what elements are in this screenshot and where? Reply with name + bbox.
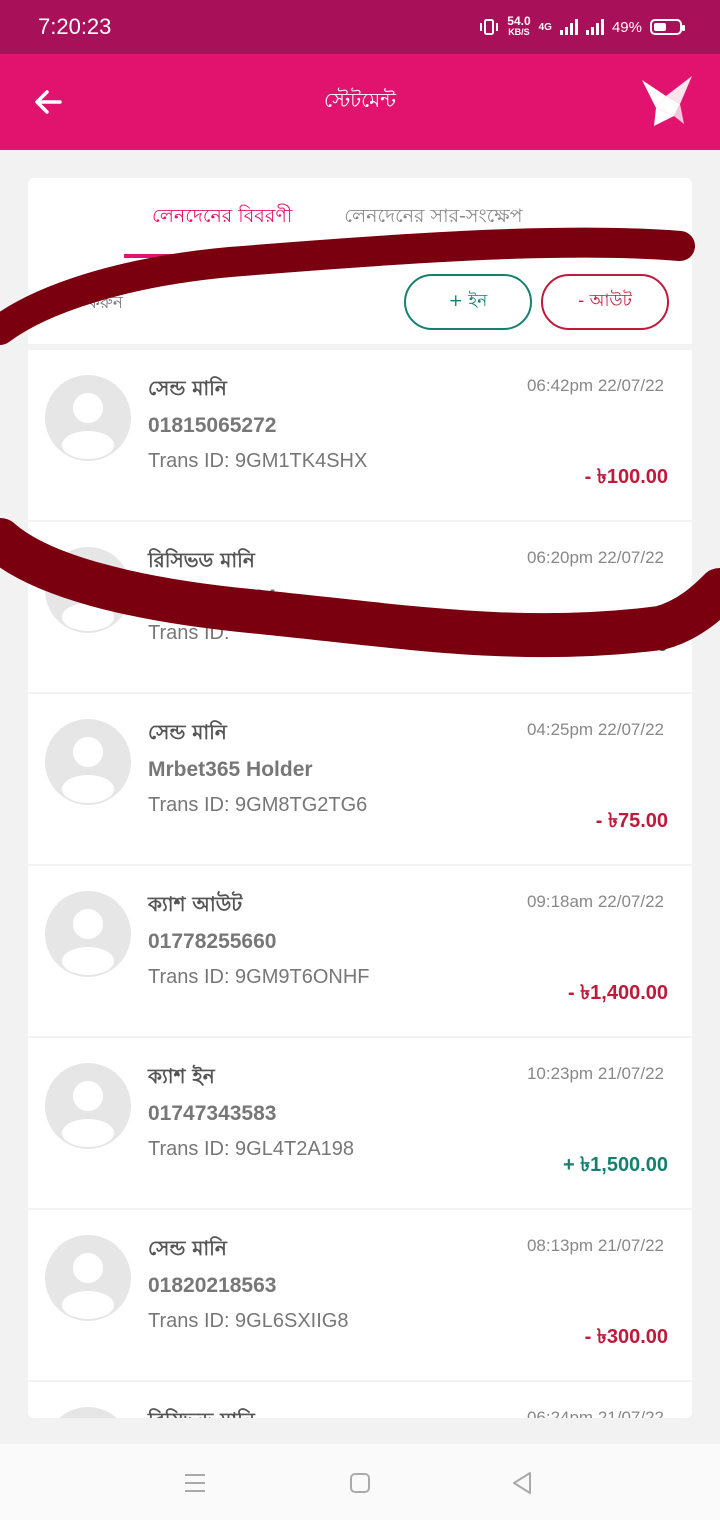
bkash-bird-logo[interactable] [640, 74, 694, 128]
transaction-time: 06:24pm 21/07/22 [526, 1408, 664, 1418]
transaction-type: ক্যাশ ইন [148, 1064, 215, 1088]
transaction-amount: - ৳100.00 [584, 466, 668, 488]
transaction-id: Trans ID: 9GM8TG2TG6 [148, 794, 368, 816]
transaction-type: ক্যাশ আউট [148, 892, 243, 916]
transaction-type: রিসিভড মানি [148, 548, 255, 572]
transaction-amount: + ৳1,500.00 [562, 1154, 668, 1176]
filter-out-button[interactable]: - আউট [541, 274, 669, 330]
transaction-time: 09:18am 22/07/22 [526, 892, 664, 911]
tab-transaction-summary[interactable]: লেনদেনের সার-সংক্ষেপ [344, 178, 522, 258]
transaction-id: Trans ID: 9GL6SXIIG8 [148, 1310, 349, 1332]
transaction-list: সেন্ড মানি 01815065272 Trans ID: 9GM1TK4… [28, 350, 692, 1418]
filter-row: করুন + ইন - আউট [28, 258, 692, 350]
transaction-time: 08:13pm 21/07/22 [526, 1236, 664, 1255]
transaction-party: 01778255660 [148, 930, 277, 953]
square-home-icon[interactable] [345, 1468, 375, 1498]
battery-percent: 49% [611, 18, 642, 36]
triangle-back-icon[interactable] [508, 1468, 538, 1498]
transaction-party: Mrbet365 Holder [148, 758, 313, 781]
battery-icon [650, 19, 685, 35]
transaction-type: সেন্ড মানি [148, 1236, 227, 1260]
transaction-type: রিসিভড মানি [148, 1406, 255, 1418]
user-placeholder-icon [45, 891, 131, 977]
transaction-amount: .00 [640, 634, 668, 656]
transaction-type: সেন্ড মানি [148, 376, 227, 400]
app-bar: স্টেটমেন্ট [0, 54, 720, 150]
transaction-id: Trans ID: 9GM9T6ONHF [148, 966, 370, 988]
transaction-id: Trans ID: [148, 622, 230, 644]
user-placeholder-icon [45, 1235, 131, 1321]
transaction-id: Trans ID: 9GL4T2A198 [148, 1138, 355, 1160]
tab-transaction-details[interactable]: লেনদেনের বিবরণী [123, 178, 321, 258]
transaction-time: 06:42pm 22/07/22 [526, 376, 664, 395]
user-placeholder-icon [45, 547, 131, 633]
transaction-party: 01815065272 [148, 414, 277, 437]
transaction-time: 04:25pm 22/07/22 [526, 720, 664, 739]
user-placeholder-icon [45, 719, 131, 805]
user-placeholder-icon [45, 1063, 131, 1149]
transaction-row[interactable]: রিসিভড মানি 06:24pm 21/07/22 [28, 1382, 692, 1418]
menu-lines-icon[interactable] [180, 1468, 210, 1498]
user-placeholder-icon [45, 1407, 131, 1418]
page-title: স্টেটমেন্ট [323, 87, 397, 112]
signal-icon-2 [585, 19, 604, 35]
transaction-party: 01820218563 [148, 1274, 277, 1297]
transaction-time: 10:23pm 21/07/22 [526, 1064, 664, 1083]
filter-in-button[interactable]: + ইন [404, 274, 532, 330]
transaction-amount: - ৳75.00 [595, 810, 668, 832]
transaction-time: 06:20pm 22/07/22 [526, 548, 664, 567]
search-label[interactable]: করুন [88, 290, 123, 318]
network-speed-unit: KB/S [508, 27, 530, 37]
network-speed-value: 54.0 [507, 14, 531, 28]
tab-bar: লেনদেনের বিবরণী লেনদেনের সার-সংক্ষেপ [28, 178, 692, 258]
transaction-party: 01877176724 [148, 586, 277, 609]
transaction-row[interactable]: সেন্ড মানি Mrbet365 Holder Trans ID: 9GM… [28, 694, 692, 866]
transaction-amount: - ৳1,400.00 [567, 982, 668, 1004]
transaction-row[interactable]: রিসিভড মানি 01877176724 Trans ID: 06:20p… [28, 522, 692, 694]
statement-card: লেনদেনের বিবরণী লেনদেনের সার-সংক্ষেপ করু… [28, 178, 692, 1418]
transaction-party: 01747343583 [148, 1102, 277, 1125]
transaction-row[interactable]: ক্যাশ আউট 01778255660 Trans ID: 9GM9T6ON… [28, 866, 692, 1038]
network-speed: 54.0 KB/S [507, 14, 531, 38]
user-placeholder-icon [45, 375, 131, 461]
status-bar: 7:20:23 54.0 KB/S 4G 49% [0, 0, 720, 54]
status-time: 7:20:23 [38, 14, 112, 39]
vibrate-icon [480, 19, 499, 35]
signal-icon [559, 19, 578, 35]
status-indicators: 54.0 KB/S 4G 49% [479, 14, 685, 38]
transaction-row[interactable]: সেন্ড মানি 01815065272 Trans ID: 9GM1TK4… [28, 350, 692, 522]
system-nav-bar [0, 1444, 720, 1520]
transaction-row[interactable]: ক্যাশ ইন 01747343583 Trans ID: 9GL4T2A19… [28, 1038, 692, 1210]
arrow-left-icon[interactable] [28, 82, 68, 122]
transaction-row[interactable]: সেন্ড মানি 01820218563 Trans ID: 9GL6SXI… [28, 1210, 692, 1382]
network-type: 4G [538, 21, 552, 33]
transaction-id: Trans ID: 9GM1TK4SHX [148, 450, 368, 472]
transaction-type: সেন্ড মানি [148, 720, 227, 744]
transaction-amount: - ৳300.00 [584, 1326, 668, 1348]
